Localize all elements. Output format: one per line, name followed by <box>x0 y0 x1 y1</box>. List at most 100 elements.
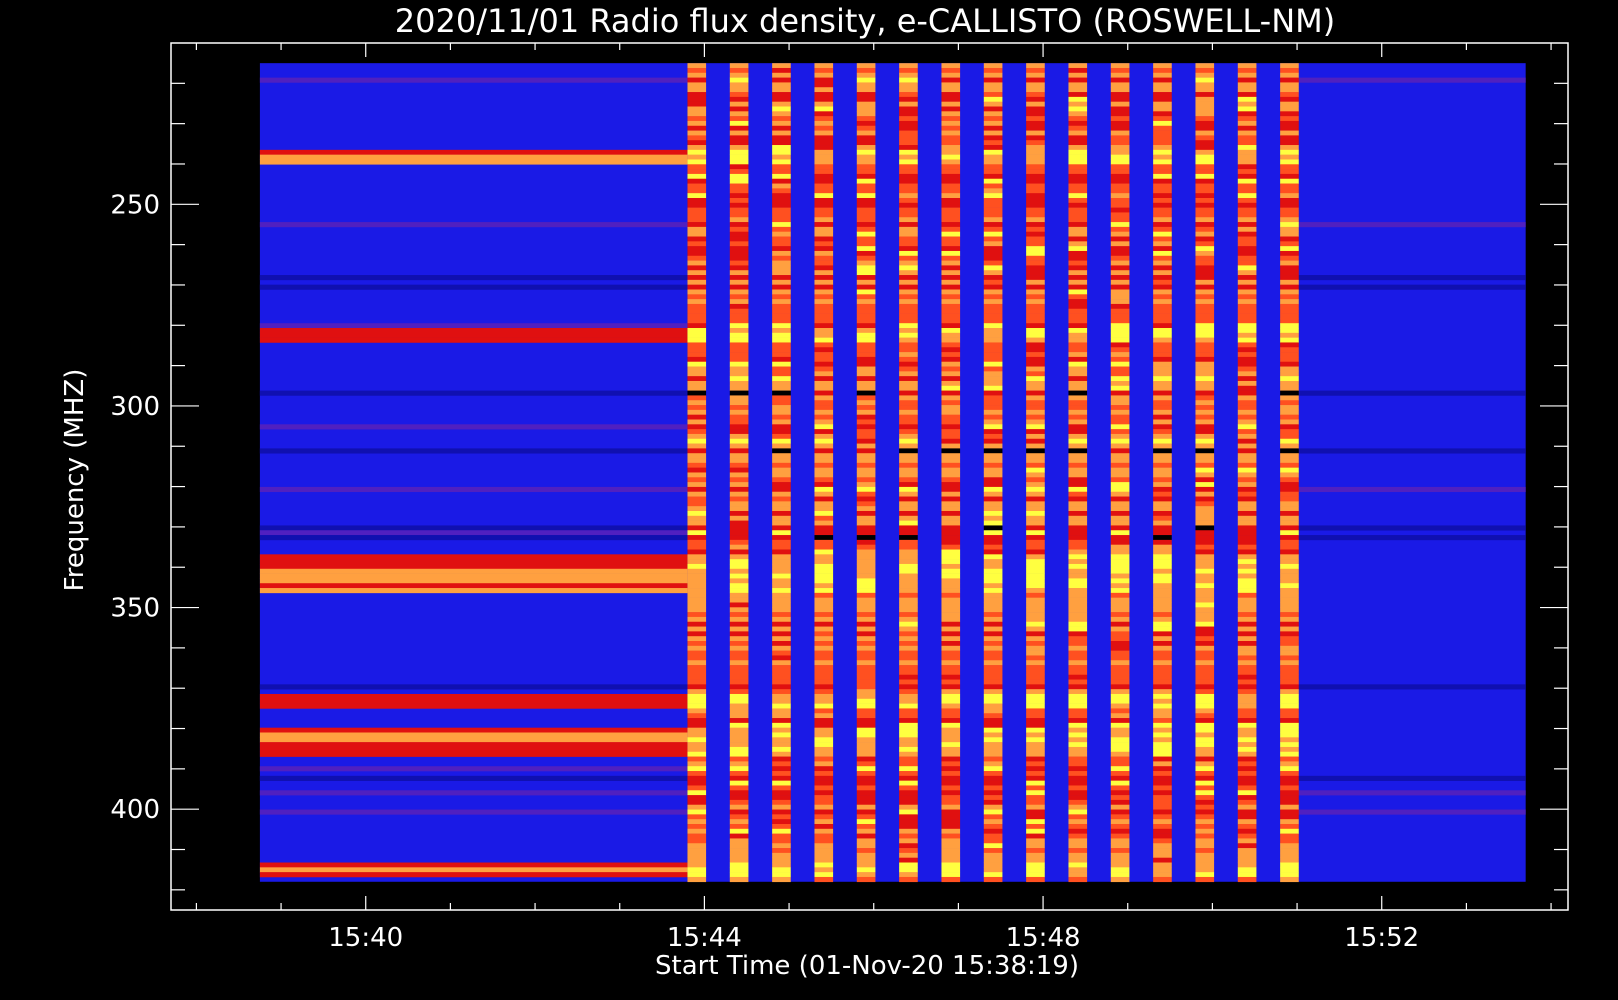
stripe-cell <box>856 568 876 574</box>
stripe-cell <box>1153 641 1172 647</box>
stripe-cell <box>1026 852 1045 858</box>
stripe-cell <box>1237 641 1257 647</box>
stripe-cell <box>899 356 918 363</box>
stripe-cell <box>899 852 918 858</box>
stripe-cell <box>814 125 834 131</box>
stripe-cell <box>941 352 961 358</box>
stripe-cell <box>1153 202 1172 208</box>
stripe-cell <box>1237 655 1257 661</box>
stripe-cell <box>772 231 791 237</box>
stripe-cell <box>1153 419 1172 425</box>
stripe-cell <box>1068 241 1088 247</box>
interference-stripe-14 <box>1280 63 1299 883</box>
stripe-cell <box>1153 313 1172 319</box>
stripe-cell <box>1195 876 1215 883</box>
stripe-cell <box>1026 255 1045 261</box>
stripe-cell <box>729 737 749 743</box>
stripe-cell <box>856 823 876 830</box>
stripe-cell <box>772 535 791 541</box>
stripe-cell <box>1195 178 1215 184</box>
stripe-cell <box>983 145 1003 151</box>
stripe-cell <box>1280 337 1299 343</box>
stripe-cell <box>814 785 834 791</box>
stripe-cell <box>1280 857 1299 863</box>
stripe-cell <box>1026 260 1045 266</box>
stripe-cell <box>814 872 834 878</box>
stripe-cell <box>814 140 834 146</box>
stripe-cell <box>814 737 834 743</box>
stripe-cell <box>941 713 961 719</box>
stripe-cell <box>1153 299 1172 305</box>
stripe-cell <box>983 438 1003 444</box>
stripe-cell <box>983 486 1003 493</box>
interference-stripe-10 <box>1110 63 1130 883</box>
stripe-cell <box>1026 96 1045 102</box>
stripe-cell <box>729 458 749 464</box>
stripe-cell <box>1237 323 1257 329</box>
stripe-cell <box>899 366 918 372</box>
stripe-cell <box>814 183 834 189</box>
stripe-cell <box>1153 241 1172 247</box>
stripe-cell <box>1237 395 1257 401</box>
stripe-cell <box>729 159 749 165</box>
stripe-cell <box>1195 867 1215 873</box>
stripe-cell <box>687 385 707 391</box>
stripe-cell <box>899 77 918 83</box>
stripe-cell <box>1237 583 1257 589</box>
stripe-cell <box>941 872 961 878</box>
stripe-cell <box>1237 568 1257 574</box>
stripe-cell <box>899 299 918 305</box>
stripe-cell <box>687 679 707 685</box>
stripe-cell <box>729 246 749 252</box>
stripe-cell <box>729 130 749 136</box>
stripe-cell <box>899 872 918 878</box>
stripe-cell <box>899 530 918 536</box>
stripe-cell <box>1110 766 1130 772</box>
stripe-cell <box>1110 775 1130 781</box>
stripe-cell <box>772 424 791 430</box>
stripe-cell <box>1280 506 1299 512</box>
stripe-cell <box>983 279 1003 285</box>
stripe-cell <box>941 414 961 420</box>
stripe-cell <box>941 366 961 372</box>
stripe-cell <box>899 231 918 237</box>
stripe-cell <box>941 313 961 319</box>
stripe-cell <box>772 443 791 449</box>
stripe-cell <box>1153 453 1172 459</box>
stripe-cell <box>941 323 961 329</box>
stripe-cell <box>856 376 876 382</box>
stripe-cell <box>687 72 707 78</box>
stripe-cell <box>814 433 834 440</box>
stripe-cell <box>1237 510 1257 517</box>
stripe-cell <box>1068 621 1088 627</box>
stripe-cell <box>814 867 834 873</box>
stripe-cell <box>1026 429 1045 435</box>
stripe-cell <box>1110 380 1130 387</box>
stripe-cell <box>899 284 918 290</box>
stripe-cell <box>1195 111 1215 117</box>
stripe-cell <box>1026 178 1045 184</box>
stripe-cell <box>1068 145 1088 151</box>
stripe-cell <box>772 92 791 98</box>
stripe-cell <box>772 332 791 338</box>
stripe-cell <box>1110 515 1130 521</box>
stripe-cell <box>729 197 749 204</box>
stripe-cell <box>729 390 749 396</box>
stripe-cell <box>856 77 876 83</box>
stripe-cell <box>1237 260 1257 266</box>
stripe-cell <box>899 568 918 574</box>
stripe-cell <box>687 718 707 724</box>
stripe-cell <box>729 67 749 74</box>
stripe-cell <box>1026 169 1045 175</box>
stripe-cell <box>1110 578 1130 584</box>
stripe-cell <box>856 530 876 536</box>
stripe-cell <box>1195 607 1215 613</box>
stripe-cell <box>772 684 791 690</box>
stripe-cell <box>772 852 791 858</box>
stripe-cell <box>941 125 961 131</box>
stripe-cell <box>983 265 1003 271</box>
spectrogram-row <box>1297 790 1526 796</box>
stripe-cell <box>983 862 1003 868</box>
stripe-cell <box>1110 549 1130 555</box>
stripe-cell <box>1195 727 1215 733</box>
